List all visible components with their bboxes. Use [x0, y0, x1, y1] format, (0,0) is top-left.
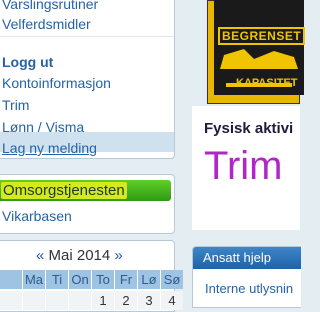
calendar-day[interactable]: 1 [92, 291, 114, 310]
weekday-row: Ma Ti On To Fr Lø Sø [0, 270, 183, 290]
calendar-prev-button[interactable]: « [36, 247, 44, 264]
trim-logo[interactable]: Trim [204, 144, 282, 189]
calendar-day[interactable]: 3 [138, 291, 160, 310]
omsorg-header: Omsorgstjenesten [0, 180, 171, 201]
calendar-month-label: Mai 2014 [48, 247, 111, 264]
interne-utlysninger-link[interactable]: Interne utlysnin [205, 281, 293, 296]
calendar-next-button[interactable]: » [114, 247, 122, 264]
fysisk-panel: Fysisk aktivi Trim [192, 106, 300, 230]
omsorg-title: Omsorgstjenesten [1, 182, 127, 199]
weekday-header: Fr [115, 270, 137, 289]
weekday-week-column [0, 270, 22, 289]
warning-sign-icon: BEGRENSET KAPASITET [214, 0, 306, 95]
menu-divider [0, 36, 174, 37]
sign-bottom-text: KAPASITET [236, 77, 298, 89]
weekday-header: Lø [138, 270, 160, 289]
fysisk-title: Fysisk aktivi [204, 120, 294, 137]
calendar-day-empty [23, 291, 45, 310]
weekday-header: Ma [23, 270, 45, 289]
menu-panel: Varslingsrutiner Velferdsmidler Logg ut … [0, 0, 175, 159]
weekday-header: To [92, 270, 114, 289]
calendar-day-empty [69, 291, 91, 310]
logout-link[interactable]: Logg ut [2, 54, 53, 70]
capacity-banner[interactable]: BEGRENSET KAPASITET [207, 0, 306, 104]
omsorg-panel: Omsorgstjenesten Vikarbasen [0, 174, 175, 234]
menu-link-velferdsmidler[interactable]: Velferdsmidler [2, 16, 91, 32]
weekday-header: On [69, 270, 91, 289]
menu-link-varslingsrutiner[interactable]: Varslingsrutiner [2, 0, 98, 12]
weekday-header: Ti [46, 270, 68, 289]
calendar-week-cell [0, 291, 22, 310]
calendar-title: « Mai 2014 » [36, 247, 123, 264]
vikarbasen-link[interactable]: Vikarbasen [2, 208, 72, 224]
calendar-day[interactable]: 4 [161, 291, 183, 310]
menu-link-trim[interactable]: Trim [2, 97, 29, 113]
new-message-link[interactable]: Lag ny melding [2, 140, 97, 156]
help-header: Ansatt hjelp [193, 247, 301, 269]
weekday-header: Sø [161, 270, 183, 289]
calendar-day-empty [46, 291, 68, 310]
calendar-panel: « Mai 2014 » Ma Ti On To Fr Lø Sø 1 2 3 … [0, 240, 183, 312]
help-panel: Ansatt hjelp Interne utlysnin [192, 246, 301, 308]
menu-link-kontoinformasjon[interactable]: Kontoinformasjon [2, 75, 111, 91]
help-title: Ansatt hjelp [203, 250, 271, 265]
calendar-day[interactable]: 2 [115, 291, 137, 310]
sign-top-text: BEGRENSET [218, 27, 306, 45]
